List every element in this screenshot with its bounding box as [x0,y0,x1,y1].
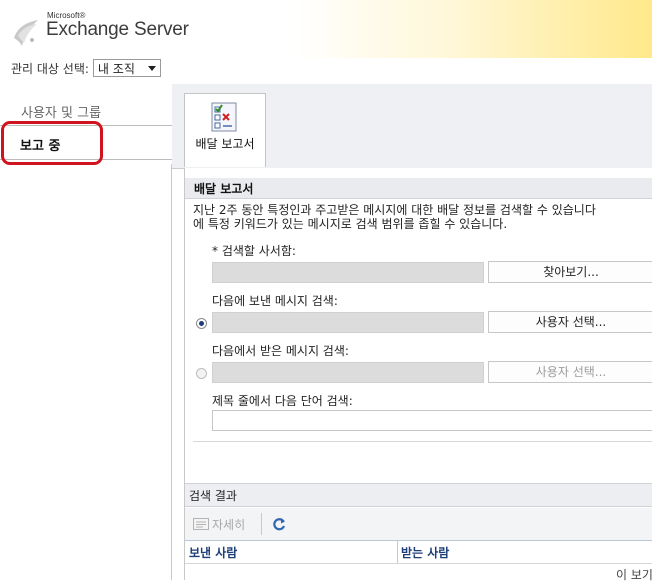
section-title: 배달 보고서 [194,182,254,196]
tab-delivery-report[interactable]: 배달 보고서 [184,93,266,167]
divider [193,441,652,442]
exchange-logo-icon [14,20,38,46]
report-description: 지난 2주 동안 특정인과 주고받은 메시지에 대한 배달 정보를 검색할 수 … [193,203,652,231]
scope-selector: 관리 대상 선택: 내 조직 [11,59,161,77]
subject-label: 제목 줄에서 다음 단어 검색: [212,394,353,408]
report-panel: 배달 보고서 지난 2주 동안 특정인과 주고받은 메시지에 대한 배달 정보를… [184,168,652,582]
details-button[interactable]: 자세히 [193,514,245,534]
select-sender-button[interactable]: 사용자 선택... [488,311,652,333]
mailbox-input[interactable] [212,262,484,283]
details-label: 자세히 [212,517,246,532]
nav-item-label: 사용자 및 그룹 [21,106,102,121]
results-title: 검색 결과 [189,489,237,503]
sent-label: 다음에 보낸 메시지 검색: [212,294,338,308]
results-toolbar: 자세히 [185,508,652,540]
scope-dropdown[interactable]: 내 조직 [92,59,161,77]
scope-value: 내 조직 [97,61,135,76]
highlight-annotation [1,121,103,165]
received-radio[interactable] [196,368,207,379]
report-checklist-icon [211,102,237,132]
column-sender[interactable]: 보낸 사람 [189,544,237,561]
column-recipient[interactable]: 받는 사람 [401,544,449,561]
sent-input[interactable] [212,312,484,333]
refresh-icon[interactable] [271,516,287,532]
description-line-1: 지난 2주 동안 특정인과 주고받은 메시지에 대한 배달 정보를 검색할 수 … [193,203,596,217]
select-recipient-button[interactable]: 사용자 선택... [488,361,652,383]
subject-input[interactable] [212,410,652,431]
description-line-2: 에 특정 키워드가 있는 메시지로 검색 범위를 좁힐 수 있습니다. [193,217,508,231]
column-divider[interactable] [397,541,398,563]
tab-label: 배달 보고서 [195,137,255,151]
chevron-down-icon [147,65,156,71]
browse-button[interactable]: 찾아보기... [488,261,652,283]
received-input[interactable] [212,362,484,383]
results-column-header: 보낸 사람 받는 사람 [185,540,652,564]
section-header: 배달 보고서 [185,178,652,199]
details-icon [193,518,209,530]
toolbar-separator [261,513,262,535]
sent-radio[interactable] [196,318,207,329]
results-empty-message: 이 보기 [616,568,652,582]
product-name: Exchange Server [46,19,189,40]
scope-label: 관리 대상 선택: [11,61,89,76]
received-label: 다음에서 받은 메시지 검색: [212,344,349,358]
app-header: Microsoft® Exchange Server [0,0,652,58]
results-header: 검색 결과 [185,483,652,507]
mailbox-label: * 검색할 사서함: [212,244,296,258]
nav-empty-area [0,164,172,580]
